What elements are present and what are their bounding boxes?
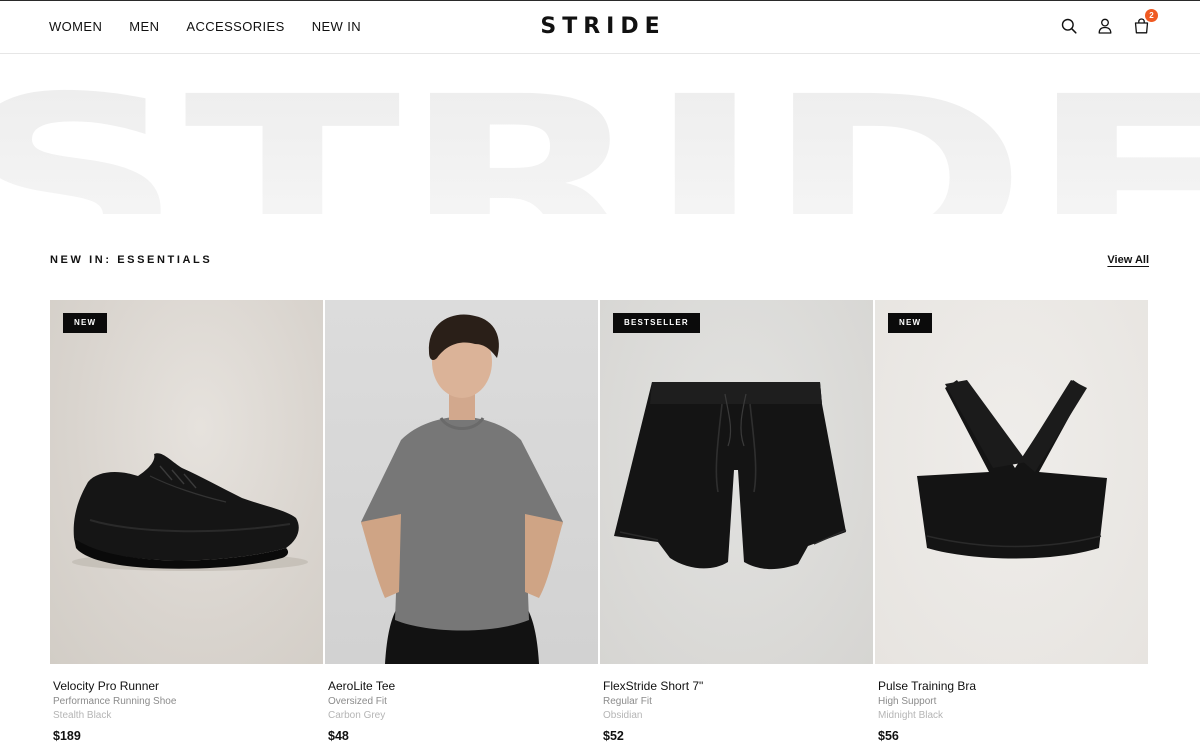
product-tag: BESTSELLER	[613, 313, 700, 333]
product-subtitle: Performance Running Shoe	[53, 696, 177, 707]
product-name[interactable]: AeroLite Tee	[328, 679, 595, 693]
product-price: $56	[878, 729, 899, 743]
product-card[interactable]: NEW Velocity Pro Runner Performance Runn…	[50, 300, 323, 744]
search-icon[interactable]	[1060, 16, 1078, 36]
product-subtitle: Oversized Fit	[328, 696, 387, 707]
product-color: Stealth Black	[53, 710, 112, 721]
product-color: Carbon Grey	[328, 710, 386, 721]
section-title: NEW IN: ESSENTIALS	[50, 254, 213, 266]
product-subtitle: High Support	[878, 696, 937, 707]
product-image-sports-bra[interactable]: NEW	[875, 300, 1148, 664]
product-name[interactable]: Velocity Pro Runner	[53, 679, 320, 693]
product-info: AeroLite Tee Oversized Fit Carbon Grey $…	[325, 664, 598, 744]
cart-icon[interactable]: 2	[1132, 9, 1158, 36]
product-price: $48	[328, 729, 349, 743]
brand-logo[interactable]: STRIDE	[0, 14, 1200, 39]
product-info: Pulse Training Bra High Support Midnight…	[875, 664, 1148, 744]
product-card[interactable]: BESTSELLER FlexStride Short 7" Regular F…	[600, 300, 873, 744]
section-header: NEW IN: ESSENTIALS View All	[50, 253, 1149, 273]
hero-watermark-text: STRIDE	[0, 54, 1200, 214]
product-price: $189	[53, 729, 81, 743]
product-card[interactable]: AeroLite Tee Oversized Fit Carbon Grey $…	[325, 300, 598, 744]
hero-watermark: STRIDE	[0, 54, 1200, 214]
product-card[interactable]: NEW Pulse Training Bra High Support Midn…	[875, 300, 1148, 744]
product-color: Obsidian	[603, 710, 643, 721]
product-color: Midnight Black	[878, 710, 944, 721]
product-tag: NEW	[63, 313, 108, 333]
product-subtitle: Regular Fit	[603, 696, 652, 707]
view-all-link[interactable]: View All	[1107, 253, 1149, 267]
site-header: WOMEN MEN ACCESSORIES NEW IN STRIDE 2	[0, 0, 1200, 54]
product-info: FlexStride Short 7" Regular Fit Obsidian…	[600, 664, 873, 744]
product-tag: NEW	[888, 313, 933, 333]
product-info: Velocity Pro Runner Performance Running …	[50, 664, 323, 744]
product-image-shorts[interactable]: BESTSELLER	[600, 300, 873, 664]
product-image-tee[interactable]	[325, 300, 598, 664]
cart-count-badge: 2	[1145, 9, 1158, 22]
product-name[interactable]: Pulse Training Bra	[878, 679, 1145, 693]
product-price: $52	[603, 729, 624, 743]
product-grid: NEW Velocity Pro Runner Performance Runn…	[50, 300, 1149, 744]
account-icon[interactable]	[1096, 16, 1114, 36]
product-image-running-shoe[interactable]: NEW	[50, 300, 323, 664]
product-name[interactable]: FlexStride Short 7"	[603, 679, 870, 693]
header-icons: 2	[1060, 9, 1158, 36]
